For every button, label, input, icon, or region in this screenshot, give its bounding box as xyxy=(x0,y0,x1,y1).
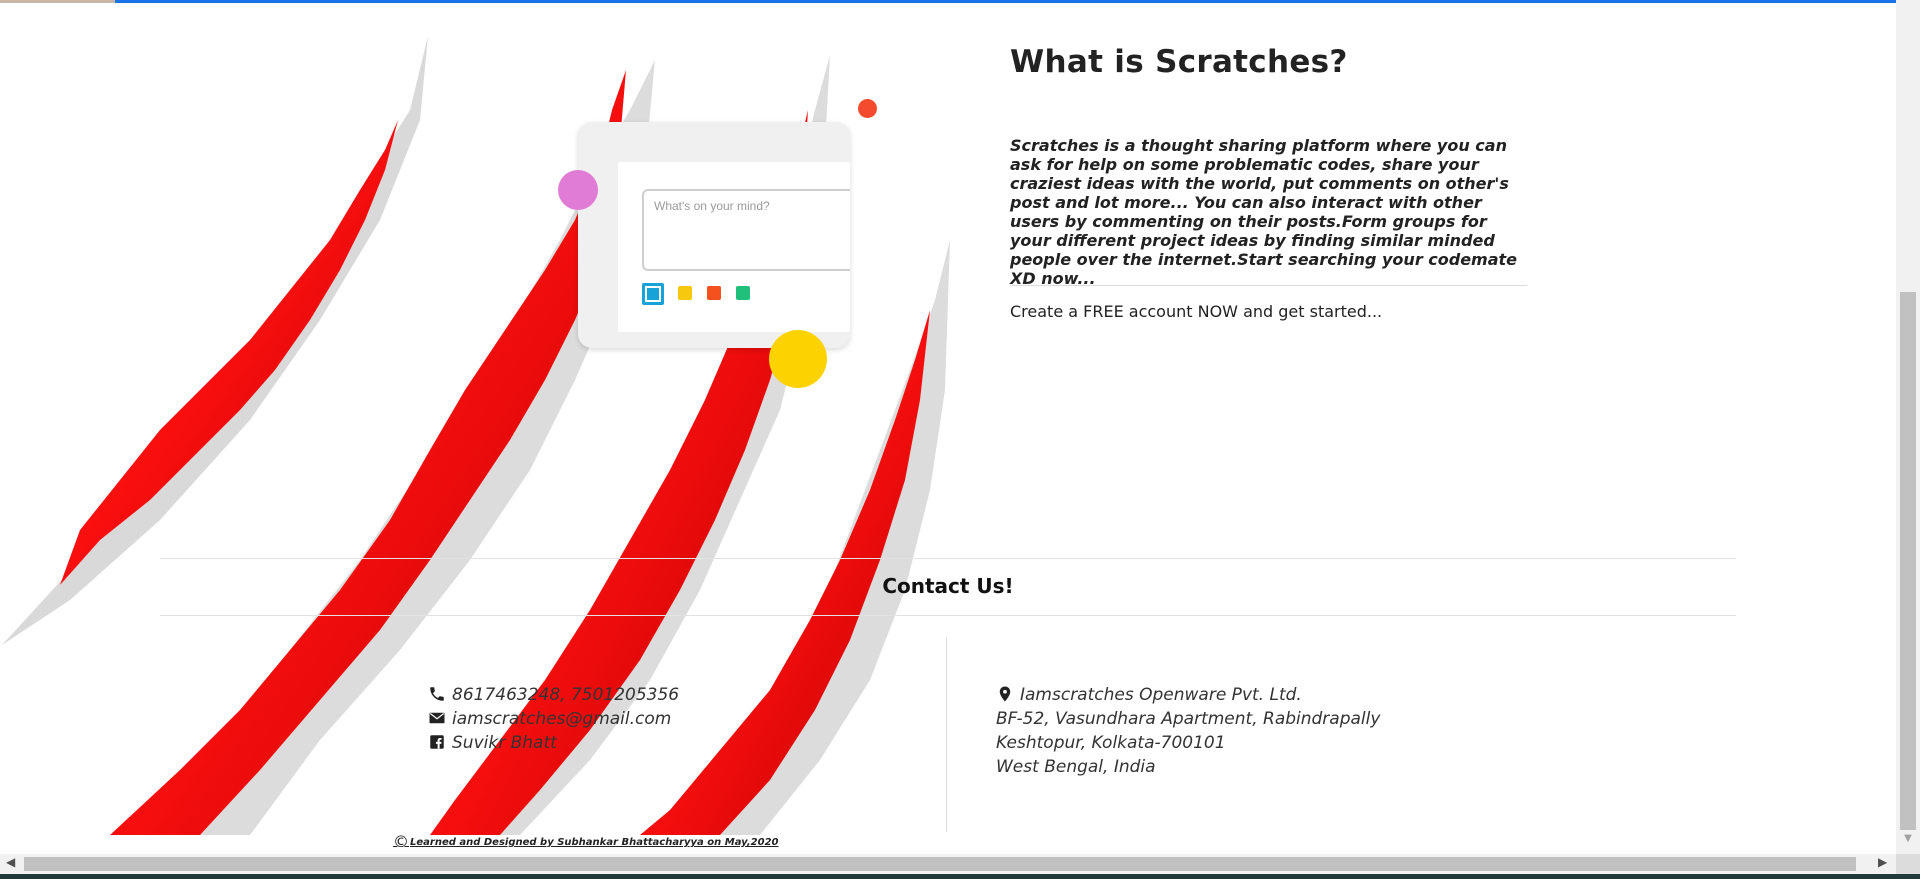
footer-credit-text[interactable]: Learned and Designed by Subhankar Bhatta… xyxy=(410,837,779,848)
phone-icon xyxy=(430,687,444,701)
phone-numbers: 8617463248, 7501205356 xyxy=(452,685,680,705)
contact-facebook[interactable]: Suvikr Bhatt xyxy=(428,733,557,753)
composer-placeholder: What's on your mind? xyxy=(642,189,850,271)
color-swatch-green xyxy=(736,286,750,300)
divider xyxy=(1010,285,1527,286)
contact-title: Contact Us! xyxy=(882,574,1014,598)
address-line-3: West Bengal, India xyxy=(996,757,1156,777)
scratch-tear xyxy=(60,120,398,585)
scroll-left-arrow-icon[interactable]: ◀ xyxy=(6,855,15,869)
address-line-1: BF-52, Vasundhara Apartment, Rabindrapal… xyxy=(996,709,1381,729)
signup-cta-text: Create a FREE account NOW and get starte… xyxy=(1010,302,1383,321)
contact-top-rule xyxy=(160,558,1736,559)
about-section: What is Scratches? Scratches is a though… xyxy=(1010,44,1530,321)
contact-bottom-rule xyxy=(160,615,1736,616)
red-dot xyxy=(858,99,877,118)
color-swatch-yellow xyxy=(678,286,692,300)
composer-panel: What's on your mind? xyxy=(618,162,850,332)
company-name: Iamscratches Openware Pvt. Ltd. xyxy=(1020,685,1302,705)
horizontal-scroll-thumb[interactable] xyxy=(24,857,1856,871)
footer-credit[interactable]: ©Learned and Designed by Subhankar Bhatt… xyxy=(393,832,779,851)
vertical-scrollbar[interactable]: ▼ xyxy=(1896,0,1920,854)
taskbar-strip xyxy=(0,874,1920,879)
color-swatch-blue xyxy=(642,283,664,305)
horizontal-scrollbar[interactable]: ◀ ▶ xyxy=(0,854,1896,874)
scroll-right-arrow-icon[interactable]: ▶ xyxy=(1878,855,1887,869)
yellow-dot xyxy=(769,330,827,388)
email-address[interactable]: iamscratches@gmail.com xyxy=(452,709,671,729)
about-description: Scratches is a thought sharing platform … xyxy=(1010,136,1518,288)
address-line-2: Keshtopur, Kolkata-700101 xyxy=(996,733,1226,753)
post-composer-mockup: What's on your mind? xyxy=(578,122,850,348)
contact-phone: 8617463248, 7501205356 xyxy=(428,685,679,705)
mail-icon xyxy=(429,712,445,724)
contact-column-divider xyxy=(946,637,947,832)
color-swatch-orange xyxy=(707,286,721,300)
location-pin-icon xyxy=(999,686,1011,702)
scrollbar-corner xyxy=(1896,854,1920,874)
facebook-name[interactable]: Suvikr Bhatt xyxy=(452,733,557,753)
facebook-icon xyxy=(430,735,444,749)
vertical-scroll-thumb[interactable] xyxy=(1900,292,1916,830)
about-title: What is Scratches? xyxy=(1010,44,1348,80)
scroll-down-arrow-icon[interactable]: ▼ xyxy=(1896,833,1920,844)
contact-email[interactable]: iamscratches@gmail.com xyxy=(428,709,671,729)
copyright-icon: © xyxy=(393,832,409,851)
contact-company: Iamscratches Openware Pvt. Ltd. xyxy=(996,685,1302,705)
pink-dot xyxy=(558,170,598,210)
scratch-shadow xyxy=(2,36,428,645)
